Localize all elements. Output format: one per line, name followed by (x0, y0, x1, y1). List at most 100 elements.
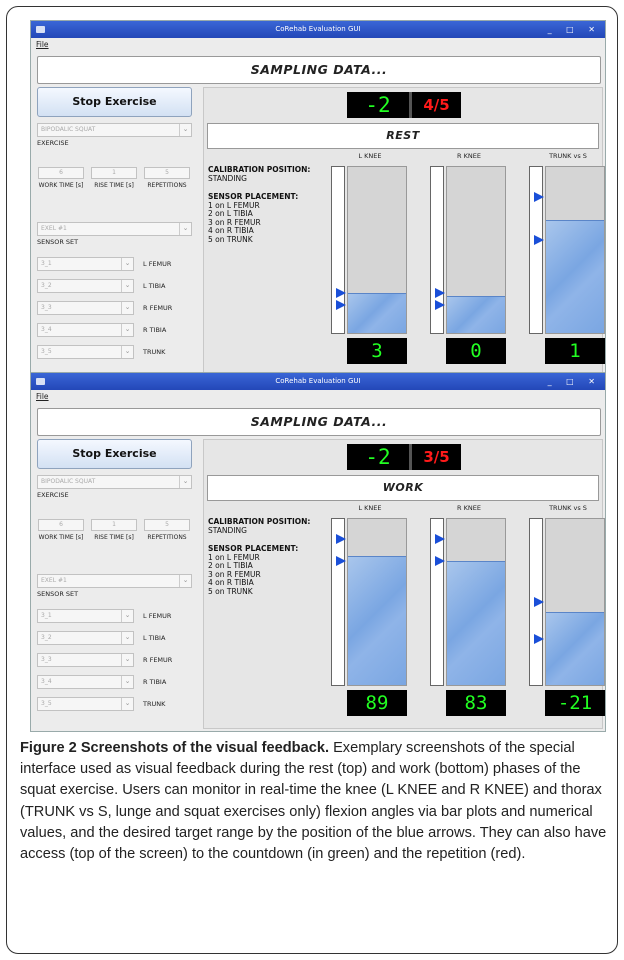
gauge-l-knee: L KNEE 89 (331, 504, 409, 728)
window-title: CoRehab Evaluation GUI (275, 25, 361, 33)
chevron-down-icon: ⌄ (121, 676, 133, 688)
placement-line: 5 on TRUNK (208, 586, 253, 596)
sensor-set-select[interactable]: EXEL #1 ⌄ (37, 574, 192, 588)
sensor-select[interactable]: 3_3 ⌄ (37, 653, 134, 667)
exercise-label: EXERCISE (37, 491, 69, 499)
target-arrow-icon (435, 533, 445, 544)
stop-exercise-button[interactable]: Stop Exercise (37, 87, 192, 117)
placement-line: 5 on TRUNK (208, 234, 253, 244)
countdown-display: -2 (365, 93, 391, 117)
repetitions-label: REPETITIONS (147, 182, 187, 189)
angle-bar (446, 518, 506, 686)
angle-value-display: 3 (347, 338, 407, 364)
sensor-select[interactable]: 3_1 ⌄ (37, 609, 134, 623)
target-range-ruler (529, 166, 544, 334)
work-time-label: WORK TIME [s] (38, 182, 84, 189)
sensor-label: L TIBIA (143, 282, 166, 290)
menu-bar: File (31, 390, 605, 404)
chevron-down-icon: ⌄ (121, 632, 133, 644)
sensor-select[interactable]: 3_2 ⌄ (37, 631, 134, 645)
work-time-label: WORK TIME [s] (38, 534, 84, 541)
sensor-select-value: 3_2 (41, 634, 52, 641)
window-menu-icon[interactable] (36, 378, 45, 385)
target-arrow-icon (435, 555, 445, 566)
rise-time-input[interactable]: 1 (91, 167, 137, 179)
sensor-label: L FEMUR (143, 612, 172, 620)
sensor-select-value: 3_5 (41, 348, 52, 355)
sensor-select[interactable]: 3_4 ⌄ (37, 675, 134, 689)
chevron-down-icon: ⌄ (179, 575, 191, 587)
window-controls[interactable]: _ □ ✕ (548, 21, 601, 38)
counter-display: -2 4/5 (347, 92, 461, 118)
angle-bar (446, 166, 506, 334)
gauge-l-knee: L KNEE 3 (331, 152, 409, 376)
window-controls[interactable]: _ □ ✕ (548, 373, 601, 390)
sensor-set-value: EXEL #1 (41, 577, 67, 584)
angle-value-display: 0 (446, 338, 506, 364)
exercise-select[interactable]: BIPODALIC SQUAT ⌄ (37, 123, 192, 137)
sensor-select-value: 3_3 (41, 656, 52, 663)
sensor-select[interactable]: 3_3 ⌄ (37, 301, 134, 315)
target-range-ruler (331, 518, 346, 686)
angle-bar-fill (546, 220, 604, 333)
angle-bar-fill (447, 296, 505, 333)
chevron-down-icon: ⌄ (121, 280, 133, 292)
exercise-select-value: BIPODALIC SQUAT (41, 126, 96, 133)
sensor-select[interactable]: 3_2 ⌄ (37, 279, 134, 293)
rise-time-input[interactable]: 1 (91, 519, 137, 531)
feedback-panel: -2 3/5 WORK CALIBRATION POSITION: STANDI… (203, 439, 605, 729)
target-arrow-icon (336, 533, 346, 544)
sensor-select[interactable]: 3_5 ⌄ (37, 345, 134, 359)
menu-file[interactable]: File (36, 392, 49, 401)
sensor-select-value: 3_5 (41, 700, 52, 707)
sensor-select[interactable]: 3_4 ⌄ (37, 323, 134, 337)
angle-bar (347, 518, 407, 686)
sensor-label: R TIBIA (143, 678, 167, 686)
app-window-work: CoRehab Evaluation GUI _ □ ✕ File SAMPLI… (30, 372, 606, 732)
repetitions-input[interactable]: 5 (144, 167, 190, 179)
status-banner: SAMPLING DATA... (37, 56, 601, 84)
gauge-label: L KNEE (358, 152, 382, 160)
target-arrow-icon (435, 288, 445, 299)
gauge-trunk-vs-s: TRUNK vs S 1 (529, 152, 605, 376)
sensor-set-select[interactable]: EXEL #1 ⌄ (37, 222, 192, 236)
gauge-label: R KNEE (457, 504, 481, 512)
target-arrow-icon (435, 299, 445, 310)
repetitions-label: REPETITIONS (147, 534, 187, 541)
title-bar: CoRehab Evaluation GUI _ □ ✕ (31, 373, 605, 390)
calibration-info: CALIBRATION POSITION: STANDING SENSOR PL… (208, 517, 328, 597)
sensor-select[interactable]: 3_5 ⌄ (37, 697, 134, 711)
status-banner: SAMPLING DATA... (37, 408, 601, 436)
chevron-down-icon: ⌄ (179, 476, 191, 488)
sensor-select-value: 3_4 (41, 678, 52, 685)
angle-bar-fill (348, 555, 406, 685)
sensor-select[interactable]: 3_1 ⌄ (37, 257, 134, 271)
caption-body: Exemplary screenshots of the special int… (20, 740, 607, 863)
work-time-input[interactable]: 6 (38, 167, 84, 179)
angle-bar (545, 518, 605, 686)
repetition-display: 3/5 (423, 448, 450, 466)
exercise-select[interactable]: BIPODALIC SQUAT ⌄ (37, 475, 192, 489)
phase-indicator: REST (207, 123, 599, 149)
stop-exercise-button[interactable]: Stop Exercise (37, 439, 192, 469)
angle-bar-fill (546, 611, 604, 685)
sensor-label: L TIBIA (143, 634, 166, 642)
app-window-rest: CoRehab Evaluation GUI _ □ ✕ File SAMPLI… (30, 20, 606, 380)
sensor-select-value: 3_1 (41, 612, 52, 619)
target-range-ruler (529, 518, 544, 686)
angle-bar-fill (447, 560, 505, 685)
gauge-label: R KNEE (457, 152, 481, 160)
chevron-down-icon: ⌄ (121, 346, 133, 358)
exercise-select-value: BIPODALIC SQUAT (41, 478, 96, 485)
menu-file[interactable]: File (36, 40, 49, 49)
angle-value-display: 1 (545, 338, 605, 364)
exercise-label: EXERCISE (37, 139, 69, 147)
window-menu-icon[interactable] (36, 26, 45, 33)
figure-caption: Figure 2 Screenshots of the visual feedb… (20, 738, 608, 865)
calibration-value: STANDING (208, 173, 247, 183)
target-arrow-icon (336, 299, 346, 310)
work-time-input[interactable]: 6 (38, 519, 84, 531)
placement-list: 1 on L FEMUR 2 on L TIBIA 3 on R FEMUR 4 on… (208, 553, 328, 597)
repetitions-input[interactable]: 5 (144, 519, 190, 531)
angle-bar (545, 166, 605, 334)
